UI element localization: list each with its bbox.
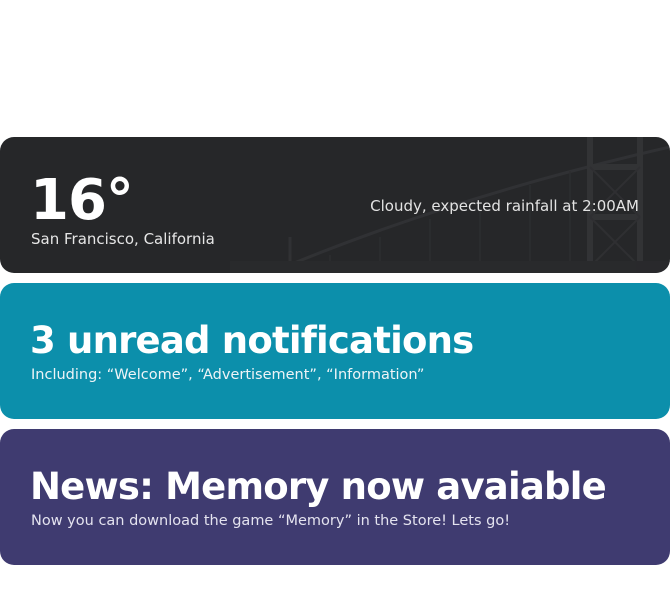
location-label: San Francisco, California (31, 230, 215, 248)
weather-widget[interactable]: 16° San Francisco, California Cloudy, ex… (0, 137, 670, 273)
news-title: News: Memory now avaiable (30, 465, 607, 508)
widget-stack: 16° San Francisco, California Cloudy, ex… (0, 137, 670, 575)
news-widget[interactable]: News: Memory now avaiable Now you can do… (0, 429, 670, 565)
notifications-widget[interactable]: 3 unread notifications Including: “Welco… (0, 283, 670, 419)
temperature-value: 16° (30, 168, 134, 233)
news-subtitle: Now you can download the game “Memory” i… (31, 513, 511, 529)
notifications-title: 3 unread notifications (30, 319, 474, 362)
notifications-subtitle: Including: “Welcome”, “Advertisement”, “… (31, 367, 425, 383)
forecast-text: Cloudy, expected rainfall at 2:00AM (370, 197, 639, 215)
